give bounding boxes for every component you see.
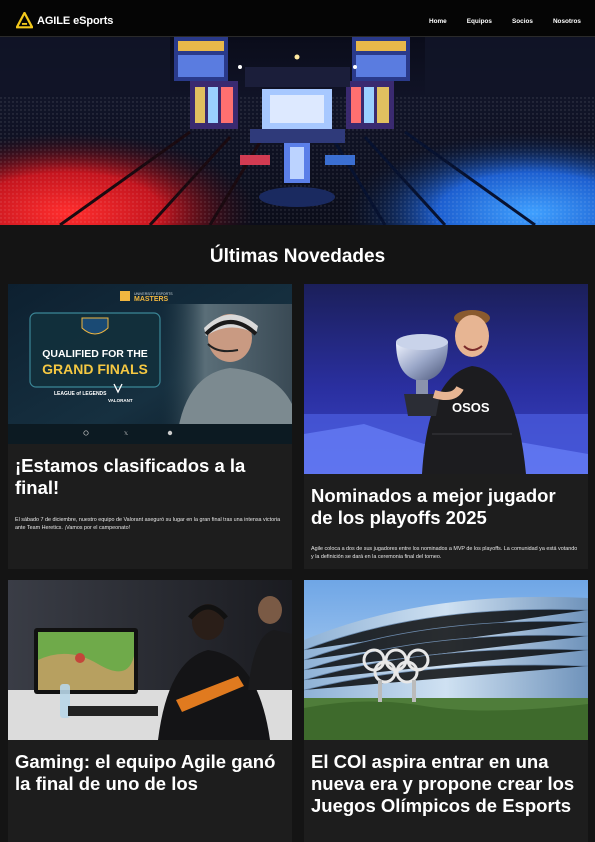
- card-image: [8, 580, 292, 740]
- card-image: UNIVERSITY ESPORTS MASTERS QUALIFIED FOR…: [8, 284, 292, 444]
- banner-game-2: VALORANT: [108, 398, 133, 403]
- hero-banner: [0, 37, 595, 225]
- card-title[interactable]: Nominados a mejor jugador de los playoff…: [311, 485, 582, 529]
- news-card[interactable]: UNIVERSITY ESPORTS MASTERS QUALIFIED FOR…: [8, 284, 292, 569]
- news-card[interactable]: El COI aspira entrar en una nueva era y …: [304, 580, 588, 842]
- news-card[interactable]: Gaming: el equipo Agile ganó la final de…: [8, 580, 292, 842]
- esports-arena-image: [0, 37, 595, 225]
- navbar: AGILE eSports Home Equipos Socios Nosotr…: [0, 0, 595, 37]
- nav-menu: Home Equipos Socios Nosotros: [409, 18, 581, 25]
- section-title: Últimas Novedades: [209, 246, 386, 267]
- banner-game-1: LEAGUE of LEGENDS: [54, 391, 107, 397]
- card-image: OSOS: [304, 284, 588, 474]
- card-excerpt: El sábado 7 de diciembre, nuestro equipo…: [15, 517, 281, 531]
- card-title[interactable]: Gaming: el equipo Agile ganó la final de…: [15, 751, 286, 795]
- brand-logo[interactable]: AGILE eSports: [16, 12, 113, 29]
- card-title[interactable]: El COI aspira entrar en una nueva era y …: [311, 751, 582, 817]
- agile-logo-icon: [16, 12, 33, 29]
- banner-line-2: GRAND FINALS: [42, 361, 148, 377]
- banner-line-1: QUALIFIED FOR THE: [42, 348, 148, 360]
- banner-event: MASTERS: [134, 296, 169, 303]
- svg-text:OSOS: OSOS: [452, 400, 490, 415]
- card-excerpt: Agile coloca a dos de sus jugadores entr…: [311, 546, 578, 560]
- nav-link-home[interactable]: Home: [429, 18, 447, 25]
- card-image: [304, 580, 588, 740]
- svg-text:𝕏: 𝕏: [124, 431, 128, 437]
- nav-link-nosotros[interactable]: Nosotros: [553, 18, 581, 25]
- card-title[interactable]: ¡Estamos clasificados a la final!: [15, 455, 286, 499]
- nav-link-socios[interactable]: Socios: [512, 18, 533, 25]
- news-card[interactable]: OSOS Nominados a mejor jugador de los pl…: [304, 284, 588, 569]
- nav-link-equipos[interactable]: Equipos: [467, 18, 492, 25]
- brand-name: AGILE eSports: [37, 14, 114, 27]
